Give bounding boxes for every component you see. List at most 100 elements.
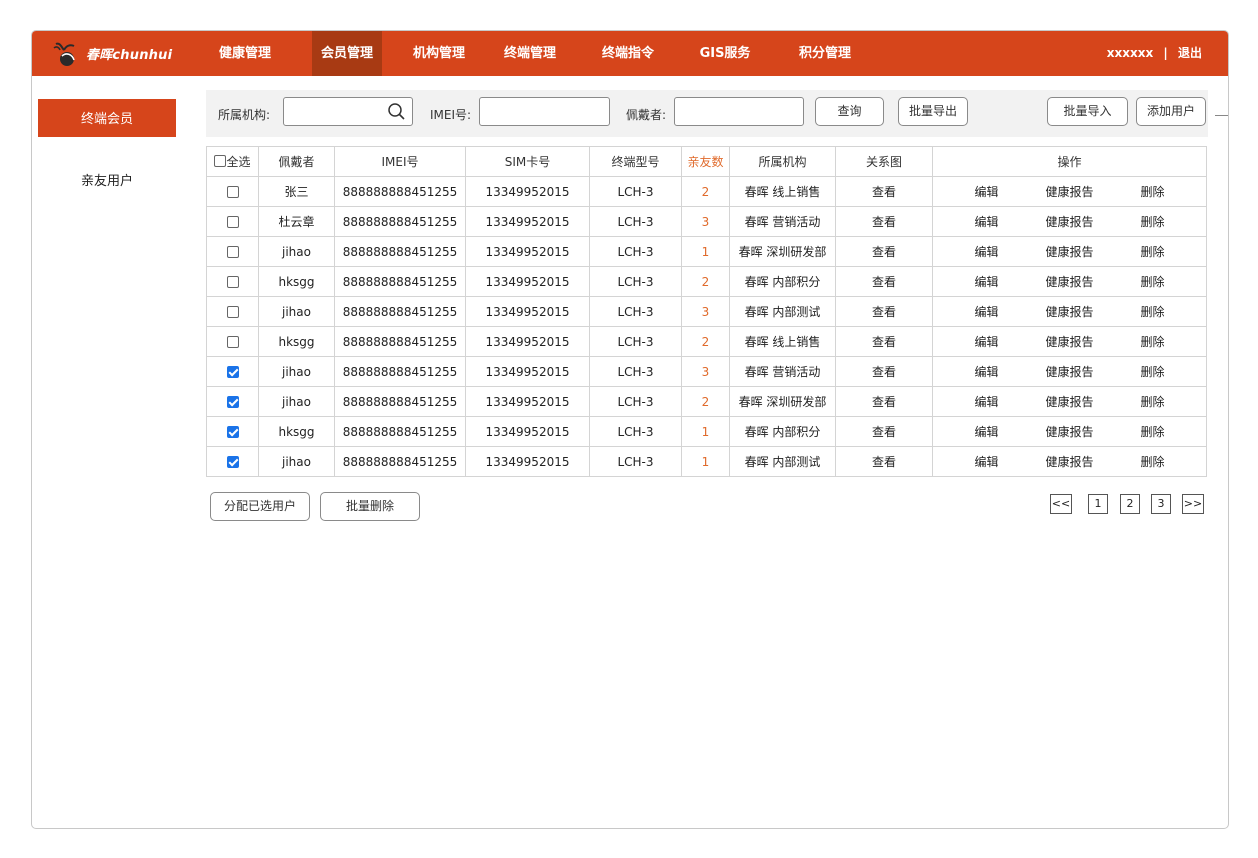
edit-link[interactable]: 编辑 <box>974 243 998 260</box>
row-select-cell[interactable] <box>206 356 259 387</box>
row-checkbox[interactable] <box>226 366 239 378</box>
health-report-link[interactable]: 健康报告 <box>1045 183 1093 200</box>
row-select-cell[interactable] <box>206 236 259 267</box>
edit-link[interactable]: 编辑 <box>974 303 998 320</box>
nav-gis[interactable]: GIS服务 <box>687 31 763 76</box>
edit-link[interactable]: 编辑 <box>974 213 998 230</box>
health-report-link[interactable]: 健康报告 <box>1045 213 1093 230</box>
nav-member[interactable]: 会员管理 <box>312 31 382 76</box>
view-relation-link[interactable]: 查看 <box>835 266 933 297</box>
row-select-cell[interactable] <box>206 326 259 357</box>
search-icon[interactable] <box>387 102 406 121</box>
import-button[interactable]: 批量导入 <box>1047 97 1128 126</box>
select-all-header[interactable]: 全选 <box>206 146 259 177</box>
health-report-link[interactable]: 健康报告 <box>1045 363 1093 380</box>
row-select-cell[interactable] <box>206 296 259 327</box>
delete-link[interactable]: 删除 <box>1140 213 1164 230</box>
view-relation-link[interactable]: 查看 <box>835 326 933 357</box>
edit-link[interactable]: 编辑 <box>974 183 998 200</box>
sim-cell: 13349952015 <box>465 356 590 387</box>
col-sim: SIM卡号 <box>465 146 590 177</box>
batch-delete-button[interactable]: 批量删除 <box>320 492 420 521</box>
health-report-link[interactable]: 健康报告 <box>1045 423 1093 440</box>
edit-link[interactable]: 编辑 <box>974 273 998 290</box>
sim-cell: 13349952015 <box>465 416 590 447</box>
table-row: jihao 888888888451255 13349952015 LCH-3 3 春晖 … <box>206 356 1207 387</box>
row-checkbox[interactable] <box>226 246 239 258</box>
edit-link[interactable]: 编辑 <box>974 393 998 410</box>
row-checkbox[interactable] <box>226 306 239 318</box>
logout-link[interactable]: 退出 <box>1178 46 1202 60</box>
page-next-button[interactable]: >> <box>1182 494 1204 514</box>
delete-link[interactable]: 删除 <box>1140 183 1164 200</box>
view-relation-link[interactable]: 查看 <box>835 386 933 417</box>
row-checkbox[interactable] <box>226 216 239 228</box>
delete-link[interactable]: 删除 <box>1140 393 1164 410</box>
username[interactable]: xxxxxx <box>1107 46 1153 60</box>
org-cell: 春晖 线上销售 <box>729 326 836 357</box>
sidebar-item-friend-users[interactable]: 亲友用户 <box>38 161 176 199</box>
edit-link[interactable]: 编辑 <box>974 453 998 470</box>
query-button[interactable]: 查询 <box>815 97 884 126</box>
nav-terminal[interactable]: 终端管理 <box>493 31 567 76</box>
org-label: 所属机构: <box>218 108 271 122</box>
health-report-link[interactable]: 健康报告 <box>1045 333 1093 350</box>
sidebar-item-terminal-members[interactable]: 终端会员 <box>38 99 176 137</box>
wearer-label: 佩戴者: <box>626 108 667 122</box>
page-1-button[interactable]: 1 <box>1088 494 1108 514</box>
org-cell: 春晖 内部积分 <box>729 266 836 297</box>
row-select-cell[interactable] <box>206 446 259 477</box>
select-all-checkbox[interactable] <box>214 155 227 167</box>
org-input[interactable] <box>283 97 413 126</box>
health-report-link[interactable]: 健康报告 <box>1045 243 1093 260</box>
nav-points[interactable]: 积分管理 <box>788 31 862 76</box>
col-org: 所属机构 <box>729 146 836 177</box>
edit-link[interactable]: 编辑 <box>974 333 998 350</box>
nav-health[interactable]: 健康管理 <box>208 31 282 76</box>
nav-org[interactable]: 机构管理 <box>404 31 474 76</box>
imei-label: IMEI号: <box>430 108 472 122</box>
row-select-cell[interactable] <box>206 176 259 207</box>
export-button[interactable]: 批量导出 <box>898 97 968 126</box>
delete-link[interactable]: 删除 <box>1140 423 1164 440</box>
view-relation-link[interactable]: 查看 <box>835 296 933 327</box>
row-checkbox[interactable] <box>226 336 239 348</box>
row-checkbox[interactable] <box>226 456 239 468</box>
delete-link[interactable]: 删除 <box>1140 243 1164 260</box>
health-report-link[interactable]: 健康报告 <box>1045 273 1093 290</box>
view-relation-link[interactable]: 查看 <box>835 236 933 267</box>
health-report-link[interactable]: 健康报告 <box>1045 393 1093 410</box>
edit-link[interactable]: 编辑 <box>974 423 998 440</box>
row-checkbox[interactable] <box>226 186 239 198</box>
page-3-button[interactable]: 3 <box>1151 494 1171 514</box>
page-2-button[interactable]: 2 <box>1120 494 1140 514</box>
view-relation-link[interactable]: 查看 <box>835 206 933 237</box>
page-prev-button[interactable]: << <box>1050 494 1072 514</box>
view-relation-link[interactable]: 查看 <box>835 446 933 477</box>
assign-selected-button[interactable]: 分配已选用户 <box>210 492 310 521</box>
health-report-link[interactable]: 健康报告 <box>1045 303 1093 320</box>
view-relation-link[interactable]: 查看 <box>835 356 933 387</box>
add-user-button[interactable]: 添加用户 <box>1136 97 1206 126</box>
delete-link[interactable]: 删除 <box>1140 453 1164 470</box>
imei-input[interactable] <box>479 97 610 126</box>
row-select-cell[interactable] <box>206 386 259 417</box>
row-checkbox[interactable] <box>226 276 239 288</box>
delete-link[interactable]: 删除 <box>1140 273 1164 290</box>
view-relation-link[interactable]: 查看 <box>835 176 933 207</box>
wearer-cell: jihao <box>258 356 335 387</box>
delete-link[interactable]: 删除 <box>1140 333 1164 350</box>
row-select-cell[interactable] <box>206 206 259 237</box>
ops-cell: 编辑 健康报告 删除 <box>932 326 1207 357</box>
wearer-input[interactable] <box>674 97 804 126</box>
edit-link[interactable]: 编辑 <box>974 363 998 380</box>
delete-link[interactable]: 删除 <box>1140 363 1164 380</box>
view-relation-link[interactable]: 查看 <box>835 416 933 447</box>
row-checkbox[interactable] <box>226 426 239 438</box>
health-report-link[interactable]: 健康报告 <box>1045 453 1093 470</box>
row-select-cell[interactable] <box>206 416 259 447</box>
row-checkbox[interactable] <box>226 396 239 408</box>
delete-link[interactable]: 删除 <box>1140 303 1164 320</box>
nav-terminal-command[interactable]: 终端指令 <box>591 31 665 76</box>
row-select-cell[interactable] <box>206 266 259 297</box>
